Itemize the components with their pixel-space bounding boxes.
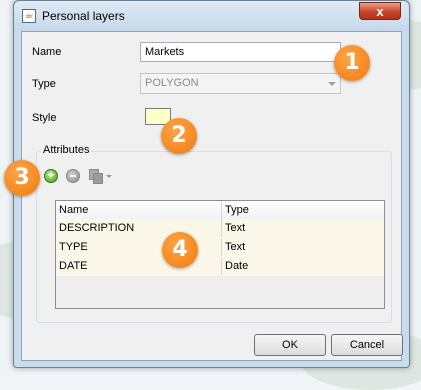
table-empty-area	[56, 276, 384, 308]
cell-type: Date	[225, 260, 249, 272]
cell-name: DESCRIPTION	[56, 219, 222, 237]
dialog-content: Name Markets Type POLYGON Style Attribut…	[21, 31, 403, 361]
close-button[interactable]: x	[359, 2, 401, 20]
table-row[interactable]: DATE Date	[56, 257, 384, 277]
copy-icon[interactable]	[89, 169, 103, 184]
window-title: Personal layers	[42, 9, 125, 23]
ok-button[interactable]: OK	[254, 334, 326, 356]
callout-3: 3	[4, 160, 40, 196]
java-app-icon: ☕	[22, 9, 36, 23]
title-bar[interactable]: ☕ Personal layers x	[14, 1, 409, 31]
column-header-name[interactable]: Name	[56, 201, 222, 219]
chevron-down-icon[interactable]	[106, 175, 112, 178]
cell-name: DATE	[56, 257, 222, 275]
callout-4: 4	[162, 232, 198, 268]
attributes-group-label: Attributes	[41, 144, 92, 156]
type-select[interactable]: POLYGON	[140, 73, 341, 94]
table-row[interactable]: DESCRIPTION Text	[56, 219, 384, 239]
cell-type: Text	[225, 241, 246, 253]
name-input[interactable]: Markets	[140, 42, 341, 62]
attributes-group: Attributes + Name Type DESCRIPTION Text …	[36, 144, 392, 323]
callout-1: 1	[334, 45, 370, 81]
type-select-value: POLYGON	[145, 77, 199, 89]
attributes-table: Name Type DESCRIPTION Text TYPE Text DAT…	[55, 200, 385, 309]
callout-2: 2	[161, 118, 197, 154]
add-icon[interactable]: +	[44, 169, 58, 183]
chevron-down-icon	[328, 82, 336, 86]
column-header-type[interactable]: Type	[222, 201, 384, 219]
style-label: Style	[32, 112, 57, 124]
name-label: Name	[32, 46, 62, 58]
table-row[interactable]: TYPE Text	[56, 238, 384, 258]
cell-type: Text	[225, 222, 246, 234]
type-label: Type	[32, 78, 56, 90]
cancel-button[interactable]: Cancel	[331, 334, 403, 356]
remove-icon[interactable]	[66, 169, 80, 183]
table-header: Name Type	[56, 201, 384, 220]
